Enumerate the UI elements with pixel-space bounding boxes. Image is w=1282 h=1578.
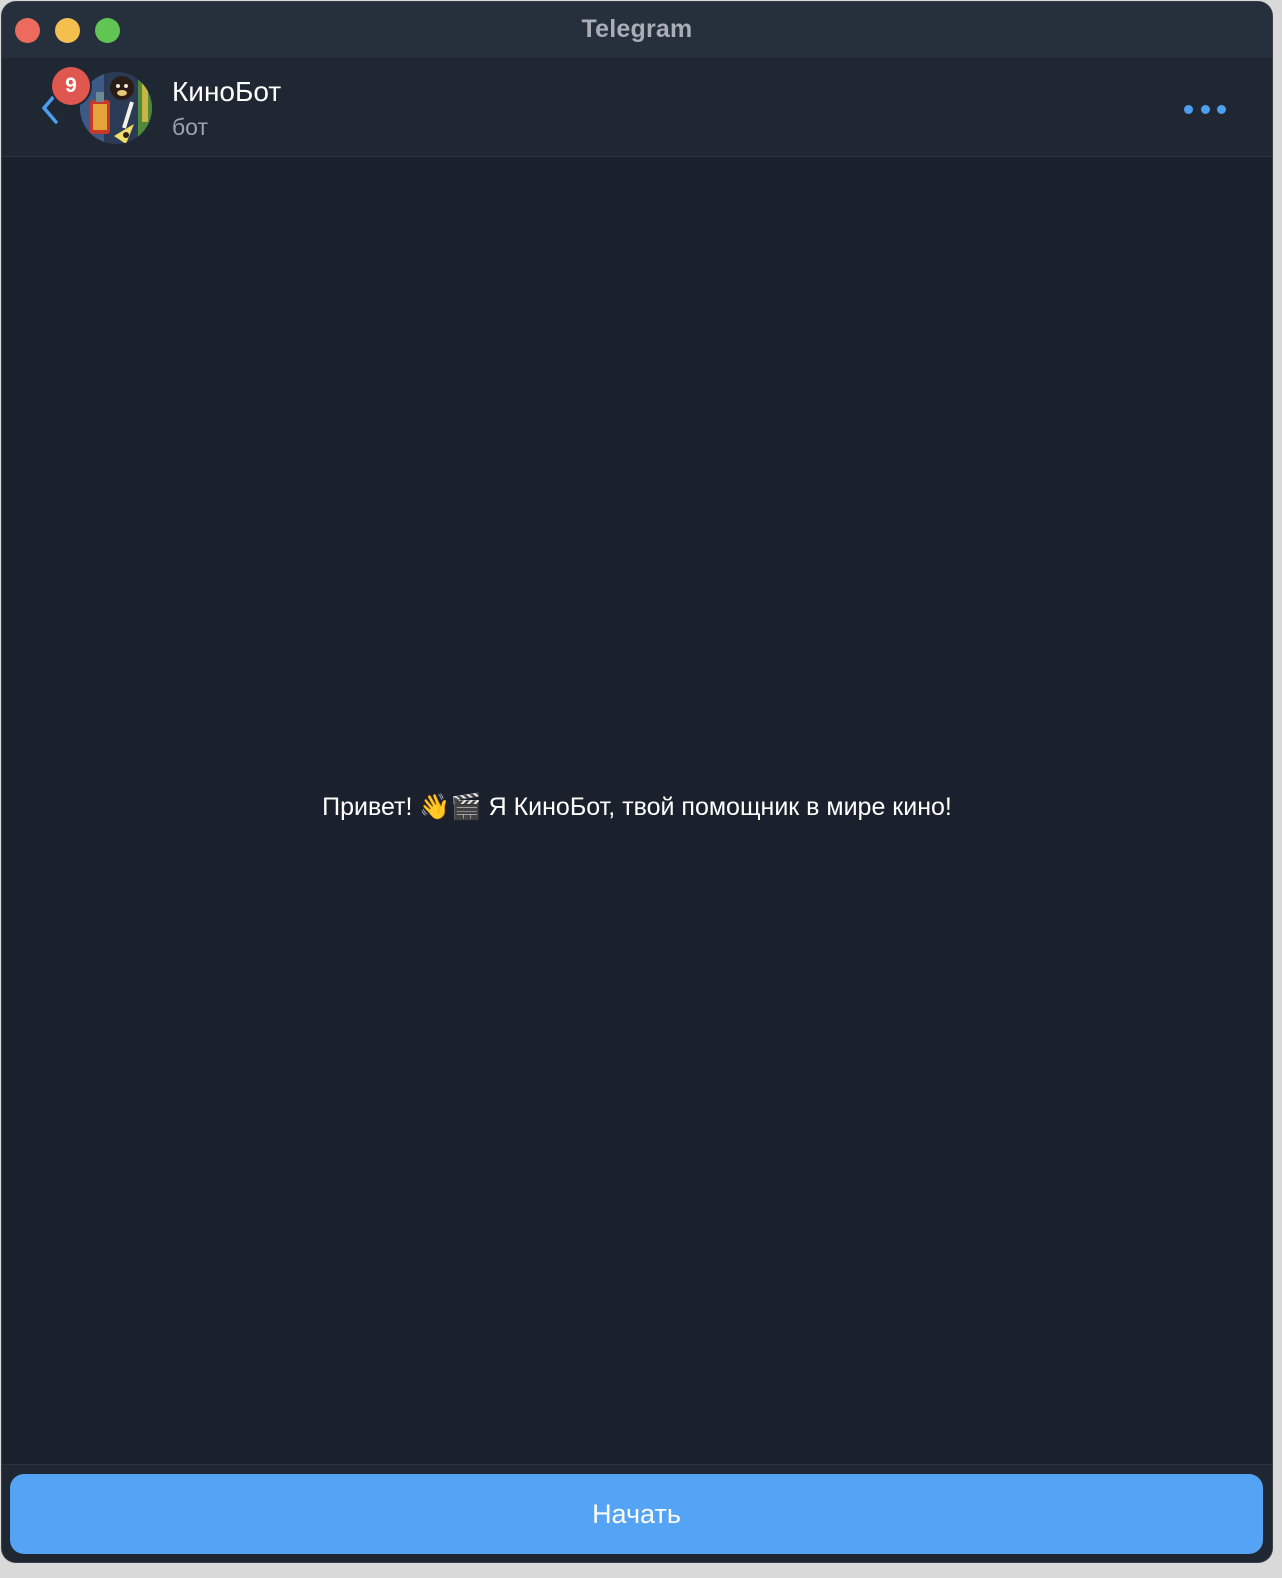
chat-title[interactable]: КиноБот <box>172 76 281 108</box>
more-options-button[interactable] <box>1184 98 1226 120</box>
window-title: Telegram <box>581 15 693 43</box>
bot-welcome-text: Привет! 👋🎬 Я КиноБот, твой помощник в ми… <box>322 793 952 821</box>
chat-header: 9 КиноБот бот <box>2 58 1272 157</box>
bottom-bar: Начать <box>2 1464 1272 1562</box>
title-bar: Telegram <box>2 2 1272 58</box>
chat-status: бот <box>172 114 208 140</box>
telegram-window: Telegram 9 КиноБот бот Привет! 👋🎬 Я Кино… <box>2 2 1272 1562</box>
more-dots-icon <box>1200 104 1210 114</box>
bot-avatar-image <box>80 72 152 144</box>
unread-badge: 9 <box>52 67 90 105</box>
more-dots-icon <box>1184 104 1193 114</box>
more-dots-icon <box>1217 104 1226 114</box>
bot-avatar[interactable] <box>80 72 152 144</box>
message-area[interactable]: Привет! 👋🎬 Я КиноБот, твой помощник в ми… <box>2 157 1272 1464</box>
start-button[interactable]: Начать <box>10 1474 1263 1554</box>
